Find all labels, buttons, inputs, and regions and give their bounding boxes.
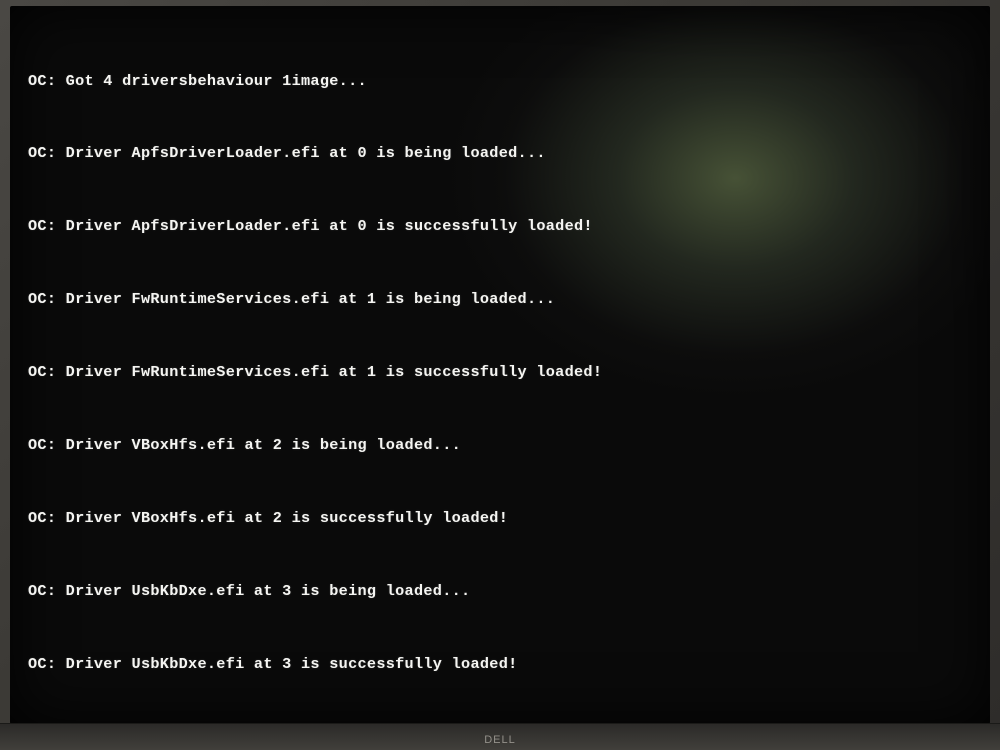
monitor-bezel: DELL [0, 723, 1000, 750]
monitor-frame: OC: Got 4 driversbehaviour 1image... OC:… [0, 0, 1000, 750]
screen-area: OC: Got 4 driversbehaviour 1image... OC:… [10, 6, 990, 724]
boot-console: OC: Got 4 driversbehaviour 1image... OC:… [28, 20, 972, 750]
log-line: OC: Driver FwRuntimeServices.efi at 1 is… [28, 287, 972, 311]
log-line: OC: Driver ApfsDriverLoader.efi at 0 is … [28, 141, 972, 165]
log-line: OC: Driver VBoxHfs.efi at 2 is successfu… [28, 506, 972, 530]
log-line: OC: Driver VBoxHfs.efi at 2 is being loa… [28, 433, 972, 457]
log-line: OC: Driver UsbKbDxe.efi at 3 is being lo… [28, 579, 972, 603]
log-line: OC: Driver ApfsDriverLoader.efi at 0 is … [28, 214, 972, 238]
log-line: OC: Driver FwRuntimeServices.efi at 1 is… [28, 360, 972, 384]
log-line: OC: Driver UsbKbDxe.efi at 3 is successf… [28, 652, 972, 676]
monitor-brand-logo: DELL [484, 734, 516, 746]
log-line: OC: Got 4 driversbehaviour 1image... [28, 69, 972, 93]
